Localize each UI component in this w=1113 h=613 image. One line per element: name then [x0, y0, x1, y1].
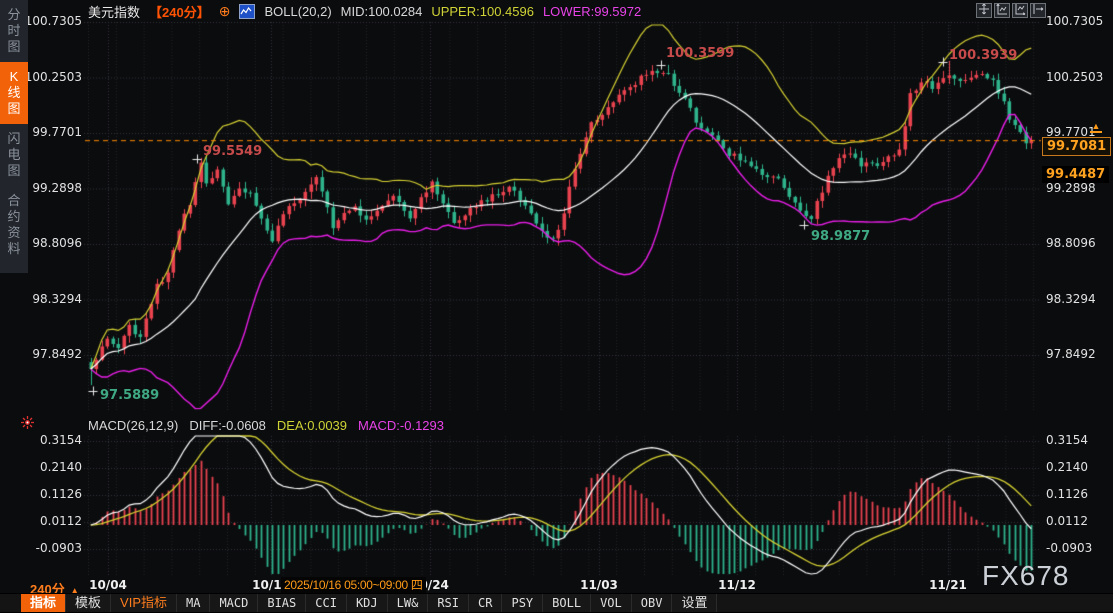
macd-axis-label-left: 0.2140: [18, 460, 82, 474]
boll-mid-value: MID:100.0284: [341, 4, 423, 19]
indicator-toolbar: 指标模板VIP指标MAMACDBIASCCIKDJLW&RSICRPSYBOLL…: [0, 593, 1113, 612]
pan-right-button[interactable]: [1030, 3, 1046, 18]
toolbar-tab-指标[interactable]: 指标: [21, 594, 66, 612]
mini-chart-icon[interactable]: [239, 4, 255, 19]
axis-zoom-horizontal-button[interactable]: [1012, 3, 1028, 18]
price-macd-chart-canvas[interactable]: [0, 0, 1113, 612]
macd-axis-label-left: -0.0903: [18, 541, 82, 555]
price-extreme-annotation: 100.3939: [949, 48, 1017, 63]
macd-diff-value: DIFF:-0.0608: [189, 418, 266, 433]
macd-header: MACD(26,12,9) DIFF:-0.0608 DEA:0.0039 MA…: [88, 418, 444, 433]
macd-axis-label-right: 0.0112: [1046, 514, 1088, 528]
price-extreme-annotation: 97.5889: [100, 388, 159, 403]
macd-axis-label-left: 0.1126: [18, 487, 82, 501]
axis-zoom-horizontal-icon: [1014, 2, 1026, 20]
expand-icon[interactable]: ⊕: [219, 5, 231, 18]
left-sidebar: 分 时 图K 线 图闪 电 图合 约 资 料: [0, 0, 28, 273]
axis-zoom-vertical-button[interactable]: [994, 3, 1010, 18]
watermark: FX678: [982, 560, 1070, 592]
toolbar-tab-psy[interactable]: PSY: [502, 594, 543, 612]
price-axis-label-left: 98.3294: [18, 292, 82, 306]
sidebar-item-kline-chart[interactable]: K 线 图: [0, 62, 28, 124]
macd-axis-label-right: -0.0903: [1046, 541, 1092, 555]
price-axis-label-right: 100.7305: [1046, 14, 1103, 28]
toolbar-tab-kdj[interactable]: KDJ: [347, 594, 388, 612]
price-extreme-annotation: 99.5549: [203, 144, 262, 159]
x-axis-date-label: 10/04: [89, 578, 127, 592]
macd-axis-label-right: 0.3154: [1046, 433, 1088, 447]
macd-axis-label-right: 0.2140: [1046, 460, 1088, 474]
axis-zoom-vertical-icon: [996, 2, 1008, 20]
macd-indicator-label[interactable]: MACD(26,12,9): [88, 418, 178, 433]
pan-right-icon: [1032, 2, 1044, 20]
toolbar-tab-macd[interactable]: MACD: [210, 594, 258, 612]
toolbar-tab-cr[interactable]: CR: [469, 594, 502, 612]
boll-lower-value: LOWER:99.5972: [543, 4, 641, 19]
macd-dea-value: DEA:0.0039: [277, 418, 347, 433]
toolbar-tab-设置[interactable]: 设置: [672, 594, 717, 612]
current-price-tag: 99.7081: [1042, 137, 1111, 156]
macd-bar-value: MACD:-0.1293: [358, 418, 444, 433]
secondary-price-tag: 99.4487: [1042, 166, 1109, 183]
move-button[interactable]: [976, 3, 992, 18]
x-axis-date-label: 11/21: [929, 578, 967, 592]
toolbar-tab-ma[interactable]: MA: [177, 594, 210, 612]
price-extreme-annotation: 100.3599: [666, 46, 734, 61]
toolbar-tab-lw[interactable]: LW&: [388, 594, 429, 612]
toolbar-tab-obv[interactable]: OBV: [632, 594, 673, 612]
chart-header: 美元指数 【240分】 ⊕ BOLL(20,2) MID:100.0284 UP…: [88, 3, 641, 20]
move-icon: [978, 2, 990, 20]
period-label: 【240分】: [149, 2, 210, 21]
sidebar-item-time-chart[interactable]: 分 时 图: [0, 0, 28, 62]
x-axis-date-label: 11/12: [718, 578, 756, 592]
toolbar-tab-cci[interactable]: CCI: [306, 594, 347, 612]
alert-starburst-icon[interactable]: [21, 416, 34, 434]
toolbar-tab-vol[interactable]: VOL: [591, 594, 632, 612]
macd-axis-label-left: 0.0112: [18, 514, 82, 528]
chart-tool-buttons: [976, 3, 1046, 18]
toolbar-tab-vip指标[interactable]: VIP指标: [111, 594, 177, 612]
price-axis-label-right: 100.2503: [1046, 70, 1103, 84]
macd-axis-label-right: 0.1126: [1046, 487, 1088, 501]
price-axis-label-right: 98.3294: [1046, 292, 1096, 306]
toolbar-tab-模板[interactable]: 模板: [66, 594, 111, 612]
toolbar-tab-rsi[interactable]: RSI: [428, 594, 469, 612]
sidebar-item-contract-info[interactable]: 合 约 资 料: [0, 186, 28, 264]
crosshair-date-tooltip: 2025/10/16 05:00~09:00 四: [281, 577, 426, 593]
macd-axis-label-left: 0.3154: [18, 433, 82, 447]
toolbar-tab-bias[interactable]: BIAS: [258, 594, 306, 612]
boll-upper-value: UPPER:100.4596: [431, 4, 534, 19]
price-axis-label-right: 98.8096: [1046, 236, 1096, 250]
x-axis-date-label: 11/03: [580, 578, 618, 592]
price-axis-label-left: 97.8492: [18, 347, 82, 361]
price-up-arrow-icon: ▲: [1090, 122, 1102, 133]
instrument-title: 美元指数: [88, 2, 140, 21]
chart-application: 分 时 图K 线 图闪 电 图合 约 资 料 美元指数 【240分】 ⊕ BOL…: [0, 0, 1113, 612]
toolbar-tab-boll[interactable]: BOLL: [543, 594, 591, 612]
boll-indicator-label[interactable]: BOLL(20,2): [264, 4, 331, 19]
sidebar-item-flash-chart[interactable]: 闪 电 图: [0, 124, 28, 186]
price-extreme-annotation: 98.9877: [811, 229, 870, 244]
price-axis-label-right: 97.8492: [1046, 347, 1096, 361]
